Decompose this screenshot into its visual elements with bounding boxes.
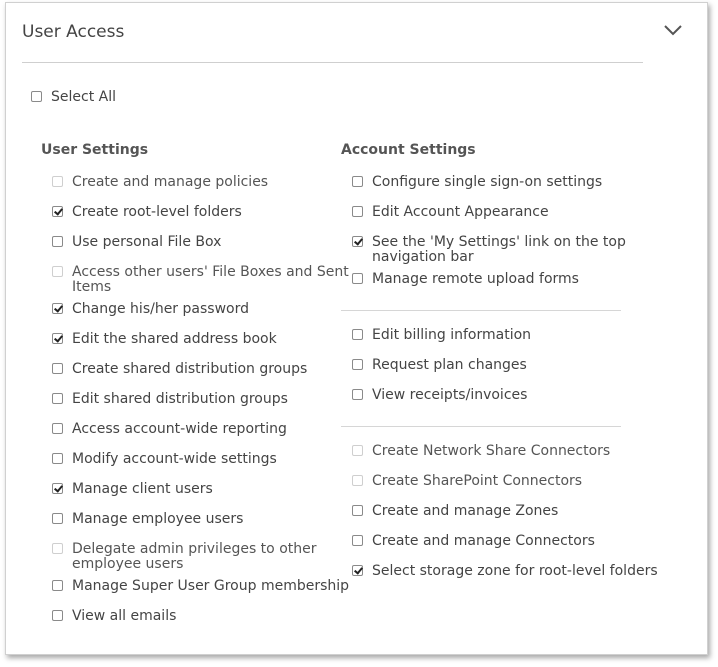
checkbox-label: Access account-wide reporting — [72, 421, 287, 437]
checkbox-manage-client-users[interactable]: Manage client users — [52, 482, 213, 497]
checkbox-unchecked-icon — [352, 475, 363, 486]
checkbox-unchecked-icon[interactable] — [352, 535, 363, 546]
checkbox-create-root-level-folders[interactable]: Create root-level folders — [52, 205, 242, 220]
select-all-label: Select All — [51, 89, 116, 105]
checkbox-edit-billing-information[interactable]: Edit billing information — [352, 328, 531, 343]
checkbox-unchecked-icon — [52, 543, 63, 554]
checkbox-checked-icon[interactable] — [52, 333, 63, 344]
checkbox-unchecked-icon[interactable] — [52, 610, 63, 621]
checkbox-unchecked-icon[interactable] — [52, 513, 63, 524]
checkbox-label: Manage employee users — [72, 511, 244, 527]
checkbox-unchecked-icon — [52, 266, 63, 277]
checkbox-view-receipts-invoices[interactable]: View receipts/invoices — [352, 388, 527, 403]
checkbox-label-line: See the 'My Settings' link on the top — [372, 234, 626, 250]
checkbox-label: Edit Account Appearance — [372, 204, 549, 220]
checkbox-select-storage-zone-for-root-level-folders[interactable]: Select storage zone for root-level folde… — [352, 564, 658, 579]
checkbox-view-all-emails[interactable]: View all emails — [52, 609, 176, 624]
checkbox-checked-icon[interactable] — [352, 236, 363, 247]
account-settings-heading: Account Settings — [341, 142, 476, 158]
checkbox-access-other-users-file-boxes-and-sent-items: Access other users' File Boxes and Sent I… — [52, 265, 349, 295]
panel-title: User Access — [22, 22, 125, 42]
checkbox-unchecked-icon[interactable] — [352, 329, 363, 340]
checkbox-create-and-manage-policies: Create and manage policies — [52, 175, 268, 190]
checkbox-create-and-manage-connectors[interactable]: Create and manage Connectors — [352, 534, 595, 549]
checkbox-unchecked-icon[interactable] — [52, 393, 63, 404]
checkbox-label-line: navigation bar — [372, 249, 474, 265]
checkbox-label: Delegate admin privileges to other employ… — [72, 542, 317, 572]
checkbox-create-shared-distribution-groups[interactable]: Create shared distribution groups — [52, 362, 307, 377]
checkbox-label: Create and manage Connectors — [372, 533, 595, 549]
checkbox-label: See the 'My Settings' link on the top nav… — [372, 235, 626, 265]
user-settings-heading: User Settings — [41, 142, 149, 158]
checkbox-checked-icon[interactable] — [52, 206, 63, 217]
checkbox-unchecked-icon[interactable] — [352, 389, 363, 400]
checkbox-checked-icon[interactable] — [52, 483, 63, 494]
checkbox-label: Edit billing information — [372, 327, 532, 343]
checkbox-label: View receipts/invoices — [372, 387, 528, 403]
checkbox-create-sharepoint-connectors: Create SharePoint Connectors — [352, 474, 582, 489]
checkbox-label: Configure single sign-on settings — [372, 174, 603, 190]
checkbox-label: Create and manage policies — [72, 174, 269, 190]
checkbox-checked-icon[interactable] — [352, 565, 363, 576]
chevron-down-icon[interactable] — [663, 23, 683, 37]
checkbox-label-line: Delegate admin privileges to other — [72, 541, 317, 557]
select-all-checkbox[interactable]: Select All — [31, 90, 116, 105]
checkbox-label: Create Network Share Connectors — [372, 443, 611, 459]
checkbox-label: Manage client users — [72, 481, 213, 497]
checkbox-unchecked-icon[interactable] — [352, 505, 363, 516]
checkbox-unchecked-icon — [352, 445, 363, 456]
checkbox-unchecked-icon[interactable] — [352, 176, 363, 187]
select-all-box[interactable] — [31, 91, 42, 102]
checkbox-use-personal-file-box[interactable]: Use personal File Box — [52, 235, 221, 250]
checkbox-unchecked-icon[interactable] — [52, 363, 63, 374]
checkbox-label: Create SharePoint Connectors — [372, 473, 583, 489]
checkbox-label: Manage remote upload forms — [372, 271, 579, 287]
checkbox-unchecked-icon[interactable] — [352, 273, 363, 284]
checkbox-label: Select storage zone for root-level folde… — [372, 563, 658, 579]
checkbox-label: Edit the shared address book — [72, 331, 277, 347]
checkbox-label: Create root-level folders — [72, 204, 242, 220]
checkbox-delegate-admin-privileges-to-other-employee-users: Delegate admin privileges to other employ… — [52, 542, 317, 572]
account-section-divider — [341, 426, 621, 427]
checkbox-unchecked-icon[interactable] — [52, 580, 63, 591]
checkbox-see-the-my-settings-link-on-the-top-navigation-bar[interactable]: See the 'My Settings' link on the top nav… — [352, 235, 626, 265]
checkbox-modify-account-wide-settings[interactable]: Modify account-wide settings — [52, 452, 277, 467]
checkbox-label-line: Access other users' File Boxes and Sent — [72, 264, 349, 280]
checkbox-label: Request plan changes — [372, 357, 527, 373]
account-section-divider — [341, 310, 621, 311]
checkbox-label-line: Items — [72, 279, 112, 295]
checkbox-edit-shared-distribution-groups[interactable]: Edit shared distribution groups — [52, 392, 288, 407]
checkbox-label: Access other users' File Boxes and Sent I… — [72, 265, 349, 295]
checkbox-label: Use personal File Box — [72, 234, 222, 250]
checkbox-label: Create shared distribution groups — [72, 361, 308, 377]
checkbox-create-network-share-connectors: Create Network Share Connectors — [352, 444, 610, 459]
checkbox-edit-the-shared-address-book[interactable]: Edit the shared address book — [52, 332, 277, 347]
title-divider — [22, 62, 643, 63]
checkbox-label: Create and manage Zones — [372, 503, 559, 519]
checkbox-edit-account-appearance[interactable]: Edit Account Appearance — [352, 205, 549, 220]
checkbox-checked-icon[interactable] — [52, 303, 63, 314]
checkbox-change-his-her-password[interactable]: Change his/her password — [52, 302, 249, 317]
checkbox-label: View all emails — [72, 608, 177, 624]
checkbox-create-and-manage-zones[interactable]: Create and manage Zones — [352, 504, 558, 519]
checkbox-unchecked-icon — [52, 176, 63, 187]
checkbox-access-account-wide-reporting[interactable]: Access account-wide reporting — [52, 422, 287, 437]
checkbox-label: Modify account-wide settings — [72, 451, 277, 467]
checkbox-request-plan-changes[interactable]: Request plan changes — [352, 358, 527, 373]
checkbox-unchecked-icon[interactable] — [352, 359, 363, 370]
checkbox-unchecked-icon[interactable] — [352, 206, 363, 217]
checkbox-label: Edit shared distribution groups — [72, 391, 288, 407]
checkbox-label: Change his/her password — [72, 301, 249, 317]
checkbox-label: Manage Super User Group membership — [72, 578, 350, 594]
checkbox-manage-employee-users[interactable]: Manage employee users — [52, 512, 243, 527]
checkbox-configure-single-sign-on-settings[interactable]: Configure single sign-on settings — [352, 175, 602, 190]
checkbox-unchecked-icon[interactable] — [52, 236, 63, 247]
checkbox-unchecked-icon[interactable] — [52, 453, 63, 464]
checkbox-label-line: employee users — [72, 556, 184, 572]
checkbox-unchecked-icon[interactable] — [52, 423, 63, 434]
checkbox-manage-super-user-group-membership[interactable]: Manage Super User Group membership — [52, 579, 349, 594]
checkbox-manage-remote-upload-forms[interactable]: Manage remote upload forms — [352, 272, 579, 287]
